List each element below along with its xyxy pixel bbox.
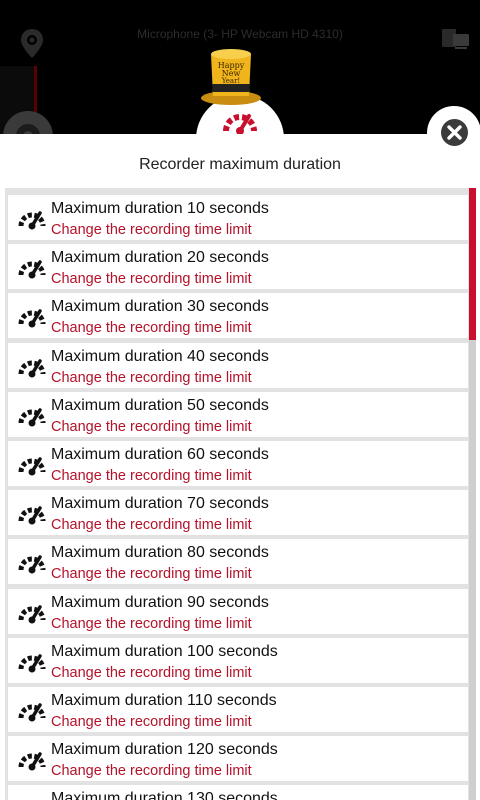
list-item[interactable]: Maximum duration 10 seconds Change the re… <box>8 195 468 240</box>
item-sublabel: Change the recording time limit <box>51 222 252 238</box>
list-item[interactable]: Maximum duration 80 seconds Change the re… <box>8 539 468 585</box>
side-panel-edge <box>0 66 53 161</box>
item-label: Maximum duration 60 seconds <box>51 446 269 463</box>
item-label: Maximum duration 50 seconds <box>51 396 269 414</box>
speedometer-icon <box>18 402 46 433</box>
item-label: Maximum duration 110 seconds <box>51 692 277 709</box>
item-sublabel: Change the recording time limit <box>51 763 252 780</box>
item-label: Maximum duration 40 seconds <box>51 347 269 365</box>
device-title: Microphone (3- HP Webcam HD 4310) <box>137 27 343 41</box>
speedometer-icon <box>18 746 46 777</box>
speedometer-icon <box>18 599 46 630</box>
list-item[interactable]: Maximum duration 30 seconds Change the re… <box>8 293 468 339</box>
item-label: Maximum duration 90 seconds <box>51 593 269 611</box>
speedometer-icon <box>18 795 46 800</box>
item-label: Maximum duration 120 seconds <box>51 741 278 759</box>
speedometer-icon <box>18 254 46 285</box>
duration-list[interactable]: Maximum duration 130 seconds Change the r… <box>5 188 476 800</box>
close-icon <box>441 119 468 146</box>
item-sublabel: Change the recording time limit <box>51 517 252 534</box>
speedometer-icon <box>18 549 46 580</box>
item-sublabel: Change the recording time limit <box>51 271 252 288</box>
list-item[interactable]: Maximum duration 60 seconds Change the re… <box>8 441 468 486</box>
speedometer-icon <box>18 648 46 679</box>
item-label: Maximum duration 80 seconds <box>51 544 269 562</box>
item-label: Maximum duration 10 seconds <box>51 200 269 217</box>
item-label: Maximum duration 130 seconds <box>51 790 278 800</box>
duration-dialog: Recorder maximum duration Maximum durati… <box>0 134 480 800</box>
item-sublabel: Change the recording time limit <box>51 714 252 730</box>
item-sublabel: Change the recording time limit <box>51 468 252 484</box>
list-item[interactable]: Maximum duration 120 seconds Change the r… <box>8 736 468 782</box>
list-item[interactable]: Maximum duration 90 seconds Change the re… <box>8 588 468 634</box>
list-item[interactable]: Maximum duration 20 seconds Change the re… <box>8 244 468 290</box>
item-sublabel: Change the recording time limit <box>51 369 252 386</box>
speedometer-icon <box>18 451 46 482</box>
speedometer-icon <box>18 303 46 334</box>
list-item[interactable]: Maximum duration 40 seconds Change the re… <box>8 342 468 388</box>
item-sublabel: Change the recording time limit <box>51 320 252 337</box>
close-button[interactable] <box>427 106 480 160</box>
list-item[interactable]: Maximum duration 130 secondsChange the r… <box>8 785 468 800</box>
item-label: Maximum duration 100 seconds <box>51 642 278 660</box>
scrollbar-thumb[interactable] <box>469 188 476 340</box>
speedometer-icon <box>18 353 46 384</box>
list-item[interactable]: Maximum duration 110 seconds Change the r… <box>8 687 468 732</box>
party-hat-decoration: Happy New Year! <box>199 46 263 111</box>
speedometer-icon <box>18 205 46 236</box>
item-sublabel: Change the recording time limit <box>51 615 252 632</box>
item-sublabel: Change the recording time limit <box>51 566 252 583</box>
list-item[interactable]: Maximum duration 50 seconds Change the re… <box>8 391 468 437</box>
devices-icon[interactable] <box>441 27 471 56</box>
speedometer-icon <box>18 500 46 531</box>
dialog-title: Recorder maximum duration <box>139 156 341 173</box>
hat-text-3: Year! <box>221 77 241 85</box>
list-item[interactable]: Maximum duration 100 seconds Change the r… <box>8 637 468 683</box>
item-label: Maximum duration 30 seconds <box>51 298 269 316</box>
speedometer-icon <box>18 697 46 728</box>
item-sublabel: Change the recording time limit <box>51 664 252 681</box>
item-label: Maximum duration 20 seconds <box>51 249 269 267</box>
item-sublabel: Change the recording time limit <box>51 418 252 435</box>
list-item[interactable]: Maximum duration 70 seconds Change the re… <box>8 490 468 536</box>
item-label: Maximum duration 70 seconds <box>51 495 269 513</box>
